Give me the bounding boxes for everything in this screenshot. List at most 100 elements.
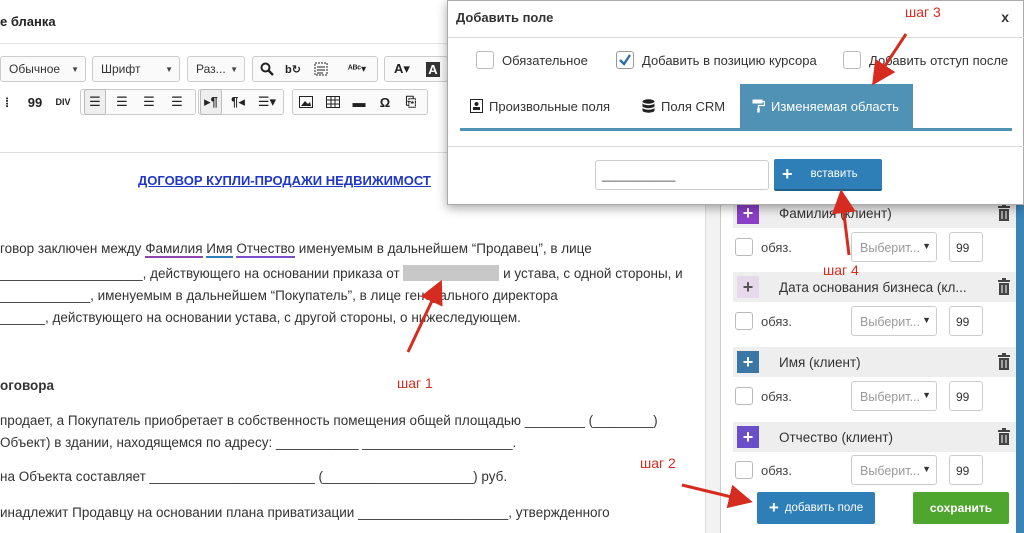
divider [448, 37, 1024, 38]
field-firstname[interactable]: Имя [206, 241, 233, 258]
order-input[interactable]: 99 [949, 381, 983, 411]
save-button[interactable]: сохранить [913, 492, 1009, 524]
document-line: говор заключен между Фамилия Имя Отчеств… [0, 241, 592, 258]
page-break-icon[interactable]: ⎘ [400, 89, 422, 115]
required-checkbox[interactable] [735, 312, 753, 330]
check-icon [619, 54, 631, 66]
tab-underline [460, 128, 1012, 131]
field-item-header: + Отчество (клиент) [733, 422, 1017, 452]
close-icon[interactable]: x [1001, 9, 1009, 25]
replace-icon[interactable]: b↻ [282, 56, 304, 82]
editable-area-field[interactable] [403, 265, 500, 281]
field-item-label: Имя (клиент) [779, 354, 861, 370]
spellcheck-icon[interactable]: ᴬᴮᶜ▾ [342, 56, 372, 82]
document-heading: ДОГОВОР КУПЛИ-ПРОДАЖИ НЕДВИЖИМОСТ [138, 173, 431, 188]
divider [448, 146, 1024, 147]
field-lastname[interactable]: Фамилия [145, 241, 203, 258]
align-right-icon[interactable]: ☰ [138, 89, 160, 115]
tab-crm-fields[interactable]: Поля CRM [642, 84, 725, 128]
find-icon[interactable] [256, 56, 278, 82]
plus-icon[interactable]: + [737, 351, 759, 373]
blockquote-icon[interactable]: ⁞ [0, 89, 14, 115]
document-line: инадлежит Продавцу на основании плана пр… [0, 505, 610, 520]
id-card-icon [470, 99, 483, 113]
dialog-title: Добавить поле [456, 10, 554, 25]
plus-icon: + [768, 498, 779, 517]
required-label: обяз. [761, 240, 793, 255]
language-icon[interactable]: ☰▾ [254, 89, 280, 115]
step-2-label: шаг 2 [640, 455, 676, 471]
checkbox-checked[interactable] [616, 51, 634, 69]
field-item-row: обяз. Выберит... ▼ 99 [733, 305, 1017, 339]
field-item-row: обяз. Выберит... ▼ 99 [733, 231, 1017, 265]
field-item-row: обяз. Выберит... ▼ 99 [733, 454, 1017, 488]
trash-icon[interactable] [997, 278, 1011, 295]
document-body[interactable]: ДОГОВОР КУПЛИ-ПРОДАЖИ НЕДВИЖИМОСТ говор … [0, 152, 705, 533]
field-item-header: + Имя (клиент) [733, 347, 1017, 377]
field-type-select[interactable]: Выберит... ▼ [851, 381, 937, 411]
order-input[interactable]: 99 [949, 306, 983, 336]
tab-custom-fields[interactable]: Произвольные поля [470, 84, 610, 128]
field-item-header: + Дата основания бизнеса (кл... [733, 272, 1017, 302]
order-input[interactable]: 99 [949, 455, 983, 485]
rtl-icon[interactable]: ¶◂ [227, 89, 249, 115]
chevron-down-icon: ▼ [922, 315, 931, 325]
editable-area-input[interactable]: ___________ [595, 160, 769, 190]
fields-panel: + Фамилия (клиент) обяз. Выберит... ▼ 99 … [720, 195, 1024, 533]
table-icon[interactable] [322, 89, 344, 115]
font-size-select[interactable]: Раз... ▼ [187, 56, 245, 82]
required-label: обяз. [761, 463, 793, 478]
trash-icon[interactable] [997, 353, 1011, 370]
document-line: продает, а Покупатель приобретает в собс… [0, 413, 658, 428]
checkbox[interactable] [476, 51, 494, 69]
div-icon[interactable]: DIV [52, 89, 74, 115]
required-checkbox[interactable] [735, 387, 753, 405]
field-item-label: Дата основания бизнеса (кл... [779, 279, 967, 295]
plus-icon[interactable]: + [737, 202, 759, 224]
field-patronymic[interactable]: Отчество [236, 241, 296, 258]
font-select[interactable]: Шрифт ▼ [92, 56, 180, 82]
text-color-icon[interactable]: A▾ [389, 56, 415, 82]
fields-list: + Фамилия (клиент) обяз. Выберит... ▼ 99 … [729, 195, 1017, 533]
ltr-icon[interactable]: ▸¶ [200, 89, 222, 115]
required-checkbox[interactable] [735, 461, 753, 479]
add-field-button[interactable]: + добавить поле [757, 492, 875, 524]
align-center-icon[interactable]: ☰ [111, 89, 133, 115]
checkbox[interactable] [843, 51, 861, 69]
option-add-indent[interactable]: Добавить отступ после [843, 51, 1008, 69]
field-item-label: Отчество (клиент) [779, 429, 894, 445]
justify-icon[interactable]: ☰ [166, 89, 188, 115]
field-type-select[interactable]: Выберит... ▼ [851, 306, 937, 336]
background-color-icon[interactable]: A [420, 56, 446, 82]
align-left-icon[interactable]: ☰ [84, 89, 106, 115]
field-item-row: обяз. Выберит... ▼ 99 [733, 380, 1017, 414]
option-insert-at-cursor[interactable]: Добавить в позицию курсора [616, 51, 817, 69]
image-icon[interactable] [295, 89, 317, 115]
section-heading: оговора [0, 378, 55, 393]
document-line: на Объекта составляет __________________… [0, 469, 508, 484]
chevron-down-icon: ▼ [165, 64, 173, 74]
document-line: ______, действующего на основании устава… [0, 310, 521, 325]
required-checkbox[interactable] [735, 238, 753, 256]
plus-icon[interactable]: + [737, 276, 759, 298]
chevron-down-icon: ▼ [922, 241, 931, 251]
select-all-icon[interactable] [310, 56, 332, 82]
order-input[interactable]: 99 [949, 232, 983, 262]
document-scrollbar[interactable] [705, 152, 720, 533]
insert-button[interactable]: + вставить [774, 159, 882, 191]
paragraph-style-select[interactable]: Обычное ▼ [0, 56, 86, 82]
field-type-select[interactable]: Выберит... ▼ [851, 232, 937, 262]
fields-panel-scrollbar[interactable] [1016, 195, 1024, 533]
field-item-label: Фамилия (клиент) [779, 205, 892, 221]
trash-icon[interactable] [997, 204, 1011, 221]
trash-icon[interactable] [997, 428, 1011, 445]
hr-icon[interactable]: ▬ [348, 89, 370, 115]
tab-editable-area[interactable]: Изменяемая область [740, 84, 913, 128]
special-char-icon[interactable]: Ω [374, 89, 396, 115]
document-line: ____________, именуемым в дальнейшем “По… [0, 288, 558, 303]
option-required[interactable]: Обязательное [476, 51, 588, 69]
plus-icon[interactable]: + [737, 426, 759, 448]
field-type-select[interactable]: Выберит... ▼ [851, 455, 937, 485]
plus-icon: + [782, 163, 793, 184]
quote-icon[interactable]: 99 [24, 89, 46, 115]
